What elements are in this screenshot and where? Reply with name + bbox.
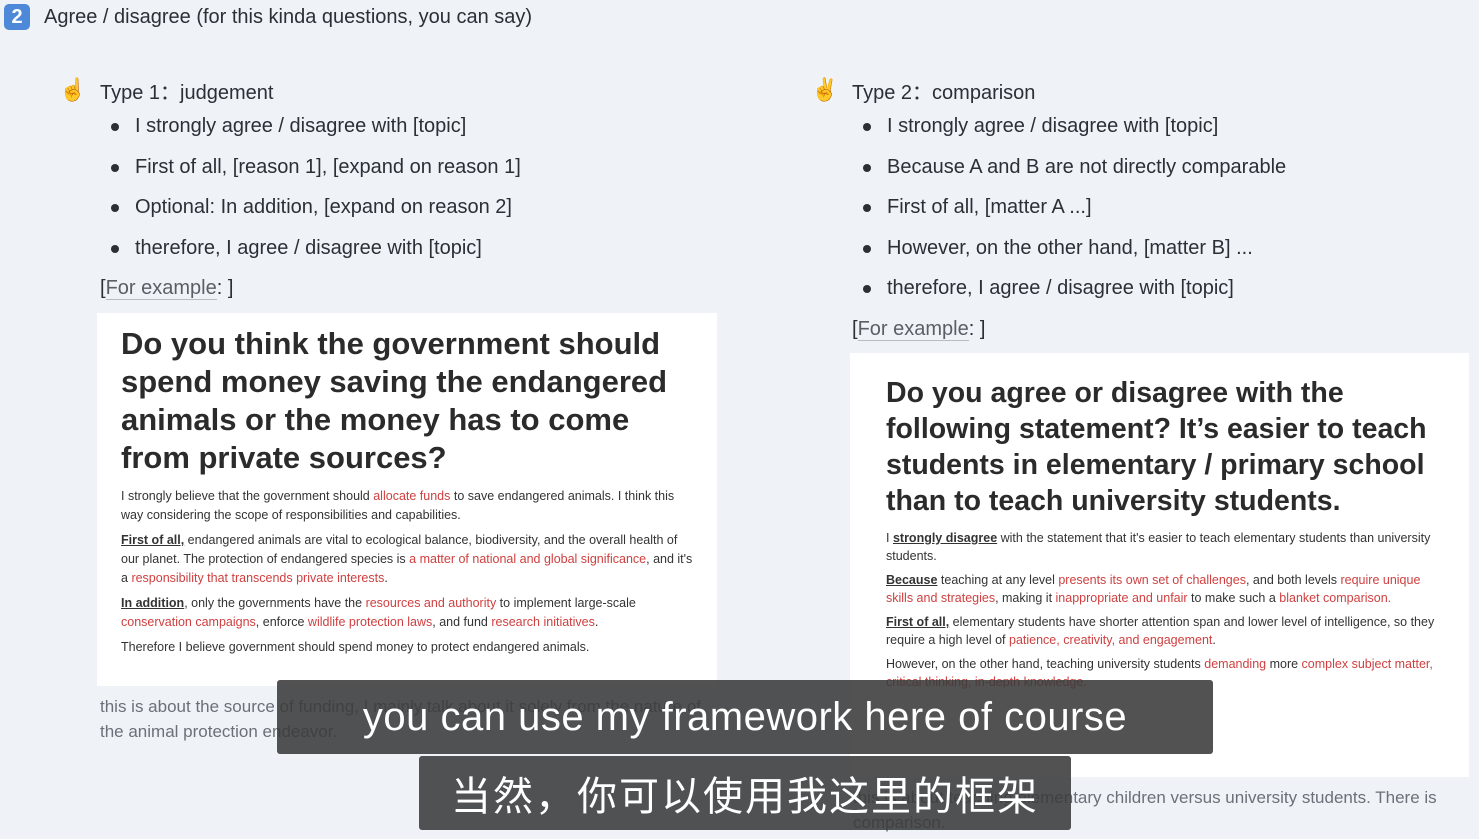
list-item: therefore, I agree / disagree with [topi… <box>860 268 1475 309</box>
question-title: Do you agree or disagree with the follow… <box>886 377 1427 517</box>
list-item: therefore, I agree / disagree with [topi… <box>108 228 738 269</box>
for-example-link[interactable]: For example <box>105 277 217 300</box>
type1-column: ☝ Type 1：judgement I strongly agree / di… <box>58 74 738 308</box>
type1-title: Type 1：judgement <box>100 81 274 104</box>
list-item: First of all, [matter A ...] <box>860 187 1475 228</box>
victory-hand-icon: ✌ <box>811 77 839 102</box>
essay-paragraph: Because teaching at any level presents i… <box>886 573 1421 605</box>
section-heading: 2 Agree / disagree (for this kinda quest… <box>4 0 532 34</box>
number-badge: 2 <box>4 4 30 30</box>
english-subtitle: you can use my framework here of course <box>277 680 1213 754</box>
type1-bullet-list: I strongly agree / disagree with [topic]… <box>58 106 738 268</box>
essay-text: I strongly believe that the government s… <box>97 477 717 657</box>
pointing-hand-icon: ☝ <box>59 77 87 102</box>
type2-column: ✌ Type 2：comparison I strongly agree / d… <box>810 74 1475 349</box>
type2-bullet-list: I strongly agree / disagree with [topic]… <box>810 106 1475 309</box>
type2-header: ✌ Type 2：comparison <box>810 74 1475 106</box>
essay-paragraph: I strongly believe that the government s… <box>121 489 675 522</box>
essay-paragraph: In addition, only the governments have t… <box>121 596 636 629</box>
essay-paragraph: First of all, endangered animals are vit… <box>121 533 693 585</box>
list-item: However, on the other hand, [matter B] .… <box>860 228 1475 269</box>
type2-title: Type 2：comparison <box>852 81 1036 104</box>
list-item: First of all, [reason 1], [expand on rea… <box>108 147 738 188</box>
question-title: Do you think the government should spend… <box>121 326 668 475</box>
example-card-judgement: Do you think the government should spend… <box>97 313 717 686</box>
chinese-subtitle: 当然，你可以使用我这里的框架 <box>419 756 1071 830</box>
list-item: I strongly agree / disagree with [topic] <box>860 106 1475 147</box>
list-item: I strongly agree / disagree with [topic] <box>108 106 738 147</box>
list-item: Optional: In addition, [expand on reason… <box>108 187 738 228</box>
list-item: Because A and B are not directly compara… <box>860 147 1475 188</box>
essay-paragraph: First of all, elementary students have s… <box>886 615 1435 647</box>
essay-paragraph: Therefore I believe government should sp… <box>121 640 590 654</box>
for-example-link[interactable]: For example <box>857 317 969 341</box>
type1-header: ☝ Type 1：judgement <box>58 74 738 106</box>
essay-paragraph: I strongly disagree with the statement t… <box>886 531 1431 563</box>
type1-example-label: [For example: ] <box>100 277 234 300</box>
type2-example-label: [For example: ] <box>852 317 986 341</box>
heading-text: Agree / disagree (for this kinda questio… <box>44 5 533 28</box>
essay-text: I strongly disagree with the statement t… <box>850 519 1469 691</box>
